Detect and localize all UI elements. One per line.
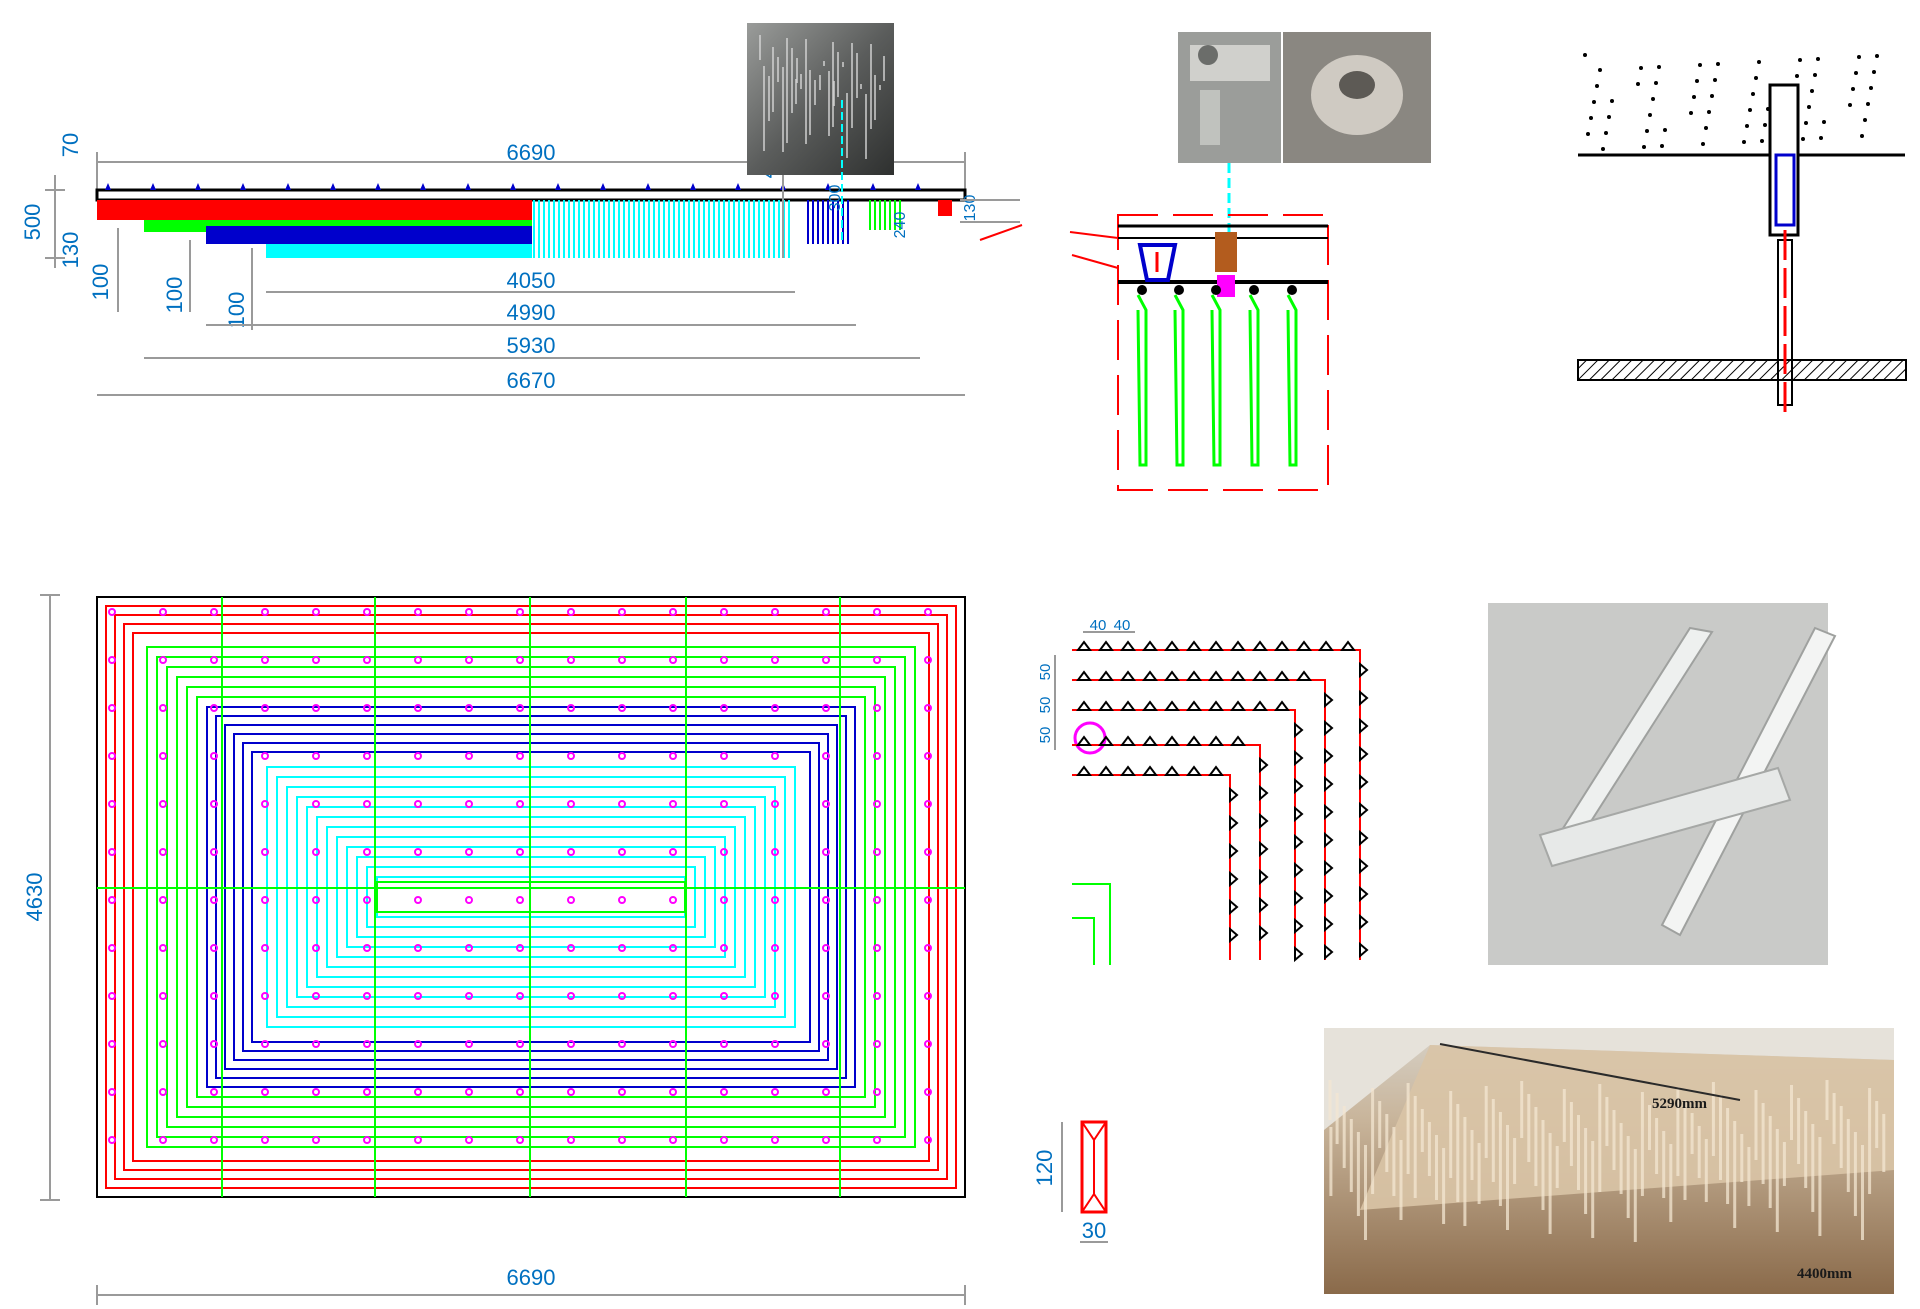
elevation-length-2-label: 4990: [507, 300, 556, 325]
elevation-top-offset-label: 70: [58, 133, 83, 157]
elevation-length-3-label: 5930: [507, 333, 556, 358]
crystal-width-label: 30: [1082, 1218, 1106, 1243]
elevation-length-1-label: 4050: [507, 268, 556, 293]
corner-spacing-y-1: 50: [1037, 664, 1054, 681]
tier-red-end: [938, 200, 952, 216]
elevation-tier-label-2: 240: [892, 212, 909, 239]
tier-cyan-bar: [266, 244, 532, 258]
elevation-tier-label-3: 130: [962, 195, 979, 222]
chandelier-reference-photo: 5290mm 4400mm: [1324, 1028, 1894, 1294]
plan-width-label: 6690: [507, 1265, 556, 1290]
corner-spacing-y-2: 50: [1037, 697, 1054, 714]
plan-depth-label: 4630: [22, 873, 47, 922]
section-detail: [1069, 32, 1431, 491]
photo-length-label: 5290mm: [1652, 1096, 1707, 1112]
corner-spacing-x-1: 40: [1090, 617, 1107, 634]
corner-detail: 40 40 50 50 50: [1037, 617, 1369, 965]
crystal-length-label: 120: [1032, 1150, 1057, 1187]
corner-spacing-y-3: 50: [1037, 727, 1054, 744]
corner-spacing-x-2: 40: [1114, 617, 1131, 634]
elevation-step-1-label: 100: [88, 264, 113, 301]
elevation-step-2-label: 100: [162, 277, 187, 314]
ceiling-fixing-detail: [1577, 53, 1907, 415]
elevation-tier-drop-label: 130: [58, 232, 83, 269]
elevation-step-3-label: 100: [224, 292, 249, 329]
elevation-length-4-label: 6670: [507, 368, 556, 393]
plan-view: 4630 6690: [22, 594, 966, 1305]
elevation-width-label: 6690: [507, 140, 556, 165]
cyan-strands: [533, 200, 790, 258]
drawing-sheet: 6690 70 500 130 100 100 100 4050 4990 59…: [20, 23, 1907, 1305]
photo-width-label: 4400mm: [1797, 1266, 1852, 1282]
crystal-prism-detail: 120 30: [1032, 1120, 1108, 1243]
elevation-height-label: 500: [20, 204, 45, 241]
tier-red-bar: [97, 200, 532, 220]
crystal-photo: [1488, 603, 1837, 965]
tier-blue-bar: [206, 226, 532, 244]
